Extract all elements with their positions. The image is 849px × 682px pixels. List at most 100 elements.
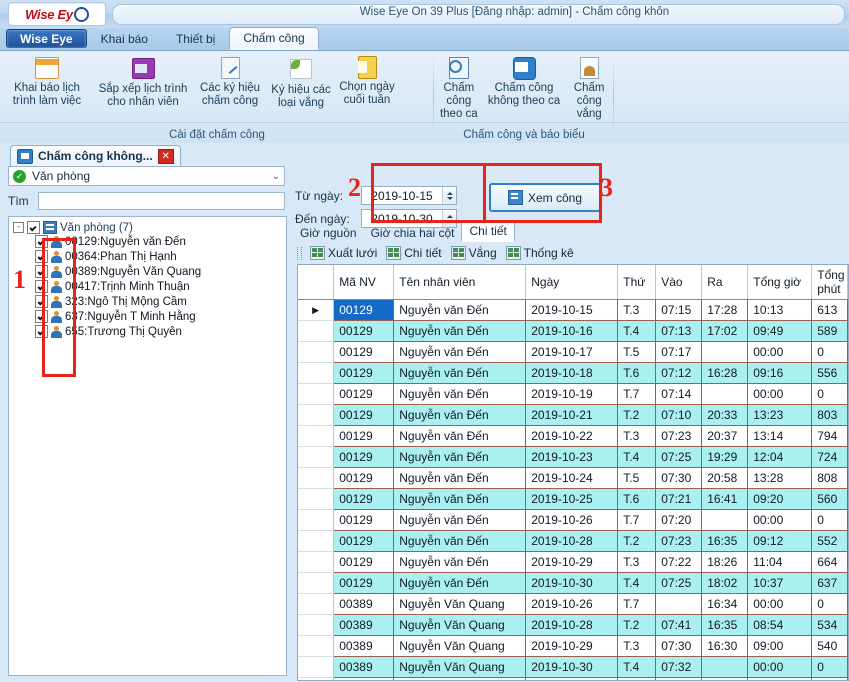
cell-vao[interactable]: 07:32 xyxy=(656,657,702,678)
cell-ra[interactable]: 20:33 xyxy=(702,405,748,426)
cell-ma-nv[interactable]: 00129 xyxy=(334,405,394,426)
cell-ngay[interactable]: 2019-10-28 xyxy=(526,531,618,552)
cell-ra[interactable]: 16:33 xyxy=(702,678,748,682)
tree-item-checkbox[interactable] xyxy=(35,325,48,338)
column-header-ngay[interactable]: Ngày xyxy=(526,265,618,300)
cell-ra[interactable]: 16:30 xyxy=(702,636,748,657)
employee-tree[interactable]: - Văn phòng (7) 00129:Nguyễn văn Đến 003… xyxy=(8,216,287,676)
tree-item-323[interactable]: 323:Ngô Thị Mộng Cầm xyxy=(9,294,286,309)
cell-ngay[interactable]: 2019-10-18 xyxy=(526,363,618,384)
cell-tong-phut[interactable]: 534 xyxy=(812,615,848,636)
column-header-tong-gio[interactable]: Tổng giờ xyxy=(748,265,812,300)
cell-ngay[interactable]: 2019-10-17 xyxy=(526,342,618,363)
ribbon-button-khai-bao-lich-trinh-lam-viec[interactable]: Khai báo lịch trình làm việc xyxy=(0,54,94,109)
department-combo[interactable]: ✓ Văn phòng ⌄ xyxy=(8,166,285,186)
cell-ma-nv[interactable]: 00129 xyxy=(334,573,394,594)
ribbon-tab-cham-cong[interactable]: Chấm công xyxy=(229,27,318,50)
cell-ma-nv[interactable]: 00389 xyxy=(334,594,394,615)
cell-ra[interactable]: 17:02 xyxy=(702,321,748,342)
cell-ra[interactable] xyxy=(702,342,748,363)
cell-ten-nhan-vien[interactable]: Nguyễn Văn Quang xyxy=(394,636,526,657)
attendance-data-grid[interactable]: Mã NV Tên nhân viên Ngày Thứ Vào Ra Tổng… xyxy=(297,264,849,681)
row-indicator[interactable] xyxy=(298,594,334,615)
cell-tong-gio[interactable]: 09:16 xyxy=(748,363,812,384)
cell-ra[interactable]: 16:28 xyxy=(702,363,748,384)
cell-ma-nv[interactable]: 00389 xyxy=(334,615,394,636)
table-row[interactable]: 00129Nguyễn văn Đến2019-10-21T.207:1020:… xyxy=(298,405,848,426)
cell-vao[interactable]: 07:23 xyxy=(656,531,702,552)
cell-thu[interactable]: T.3 xyxy=(618,636,656,657)
cell-tong-phut[interactable]: 0 xyxy=(812,510,848,531)
cell-thu[interactable]: T.3 xyxy=(618,552,656,573)
cell-ten-nhan-vien[interactable]: Nguyễn Văn Quang xyxy=(394,615,526,636)
cell-tong-phut[interactable]: 664 xyxy=(812,552,848,573)
cell-tong-gio[interactable]: 10:13 xyxy=(748,300,812,321)
cell-tong-phut[interactable]: 552 xyxy=(812,531,848,552)
tree-item-655[interactable]: 655:Trương Thị Quyên xyxy=(9,324,286,339)
cell-vao[interactable]: 07:15 xyxy=(656,300,702,321)
cell-vao[interactable]: 07:20 xyxy=(656,510,702,531)
cell-tong-gio[interactable]: 00:00 xyxy=(748,342,812,363)
cell-ten-nhan-vien[interactable]: Nguyễn văn Đến xyxy=(394,447,526,468)
cell-thu[interactable]: T.4 xyxy=(618,573,656,594)
table-row[interactable]: 00129Nguyễn văn Đến2019-10-18T.607:1216:… xyxy=(298,363,848,384)
cell-tong-phut[interactable]: 0 xyxy=(812,342,848,363)
cell-vao[interactable]: 07:21 xyxy=(656,489,702,510)
column-header-ra[interactable]: Ra xyxy=(702,265,748,300)
cell-vao[interactable]: 07:30 xyxy=(656,468,702,489)
tree-item-00389[interactable]: 00389:Nguyễn Văn Quang xyxy=(9,264,286,279)
cell-thu[interactable]: T.5 xyxy=(618,468,656,489)
cell-ra[interactable]: 16:34 xyxy=(702,594,748,615)
cell-ten-nhan-vien[interactable]: Nguyễn văn Đến xyxy=(394,300,526,321)
cell-vao[interactable]: 07:41 xyxy=(656,615,702,636)
row-indicator[interactable] xyxy=(298,447,334,468)
cell-tong-gio[interactable]: 00:00 xyxy=(748,384,812,405)
tree-item-00417[interactable]: 00417:Trịnh Minh Thuận xyxy=(9,279,286,294)
cell-tong-gio[interactable]: 13:28 xyxy=(748,468,812,489)
tree-item-checkbox[interactable] xyxy=(35,235,48,248)
cell-ngay[interactable]: 2019-10-22 xyxy=(526,426,618,447)
ribbon-button-sap-xep-lich-trinh[interactable]: Sắp xếp lịch trình cho nhân viên xyxy=(94,54,192,110)
cell-vao[interactable]: 07:17 xyxy=(656,342,702,363)
cell-ten-nhan-vien[interactable]: Nguyễn văn Đến xyxy=(394,426,526,447)
tree-item-checkbox[interactable] xyxy=(35,310,48,323)
row-indicator[interactable] xyxy=(298,426,334,447)
tab-gio-chia-hai-cot[interactable]: Giờ chia hai cột xyxy=(364,224,462,242)
cell-ngay[interactable]: 2019-10-23 xyxy=(526,447,618,468)
cell-thu[interactable]: T.6 xyxy=(618,489,656,510)
cell-ma-nv[interactable]: 00129 xyxy=(334,342,394,363)
cell-ma-nv[interactable]: 00389 xyxy=(334,657,394,678)
row-indicator[interactable] xyxy=(298,678,334,682)
cell-thu[interactable]: T.7 xyxy=(618,594,656,615)
cell-ra[interactable]: 19:29 xyxy=(702,447,748,468)
cell-tong-gio[interactable]: 11:04 xyxy=(748,552,812,573)
from-date-input[interactable]: 2019-10-15 xyxy=(361,186,457,205)
table-row[interactable]: 00129Nguyễn văn Đến2019-10-28T.207:2316:… xyxy=(298,531,848,552)
cell-ten-nhan-vien[interactable]: Nguyễn văn Đến xyxy=(394,510,526,531)
cell-ma-nv[interactable]: 00129 xyxy=(334,321,394,342)
cell-tong-phut[interactable]: 556 xyxy=(812,363,848,384)
cell-ra[interactable]: 18:02 xyxy=(702,573,748,594)
tree-item-637[interactable]: 637:Nguyễn T Minh Hằng xyxy=(9,309,286,324)
cell-ten-nhan-vien[interactable]: Nguyễn văn Đến xyxy=(394,552,526,573)
cell-tong-gio[interactable]: 09:13 xyxy=(748,678,812,682)
cell-ten-nhan-vien[interactable]: Nguyễn T Minh Hằng xyxy=(394,678,526,682)
cell-tong-phut[interactable]: 613 xyxy=(812,300,848,321)
table-row[interactable]: 00129Nguyễn văn Đến2019-10-29T.307:2218:… xyxy=(298,552,848,573)
row-indicator[interactable] xyxy=(298,510,334,531)
table-row[interactable]: 00129Nguyễn văn Đến2019-10-25T.607:2116:… xyxy=(298,489,848,510)
cell-ngay[interactable]: 2019-10-15 xyxy=(526,300,618,321)
cell-vao[interactable] xyxy=(656,594,702,615)
tree-item-checkbox[interactable] xyxy=(35,250,48,263)
ribbon-tab-khai-bao[interactable]: Khai báo xyxy=(87,28,162,50)
cell-thu[interactable]: T.3 xyxy=(618,678,656,682)
cell-tong-phut[interactable]: 560 xyxy=(812,489,848,510)
table-row[interactable]: 00129Nguyễn văn Đến2019-10-23T.407:2519:… xyxy=(298,447,848,468)
cell-ten-nhan-vien[interactable]: Nguyễn văn Đến xyxy=(394,405,526,426)
cell-ra[interactable] xyxy=(702,657,748,678)
view-attendance-button[interactable]: Xem công xyxy=(489,183,601,212)
row-indicator[interactable] xyxy=(298,531,334,552)
cell-ngay[interactable]: 2019-10-19 xyxy=(526,384,618,405)
search-input[interactable] xyxy=(38,192,285,210)
cell-tong-phut[interactable]: 637 xyxy=(812,573,848,594)
